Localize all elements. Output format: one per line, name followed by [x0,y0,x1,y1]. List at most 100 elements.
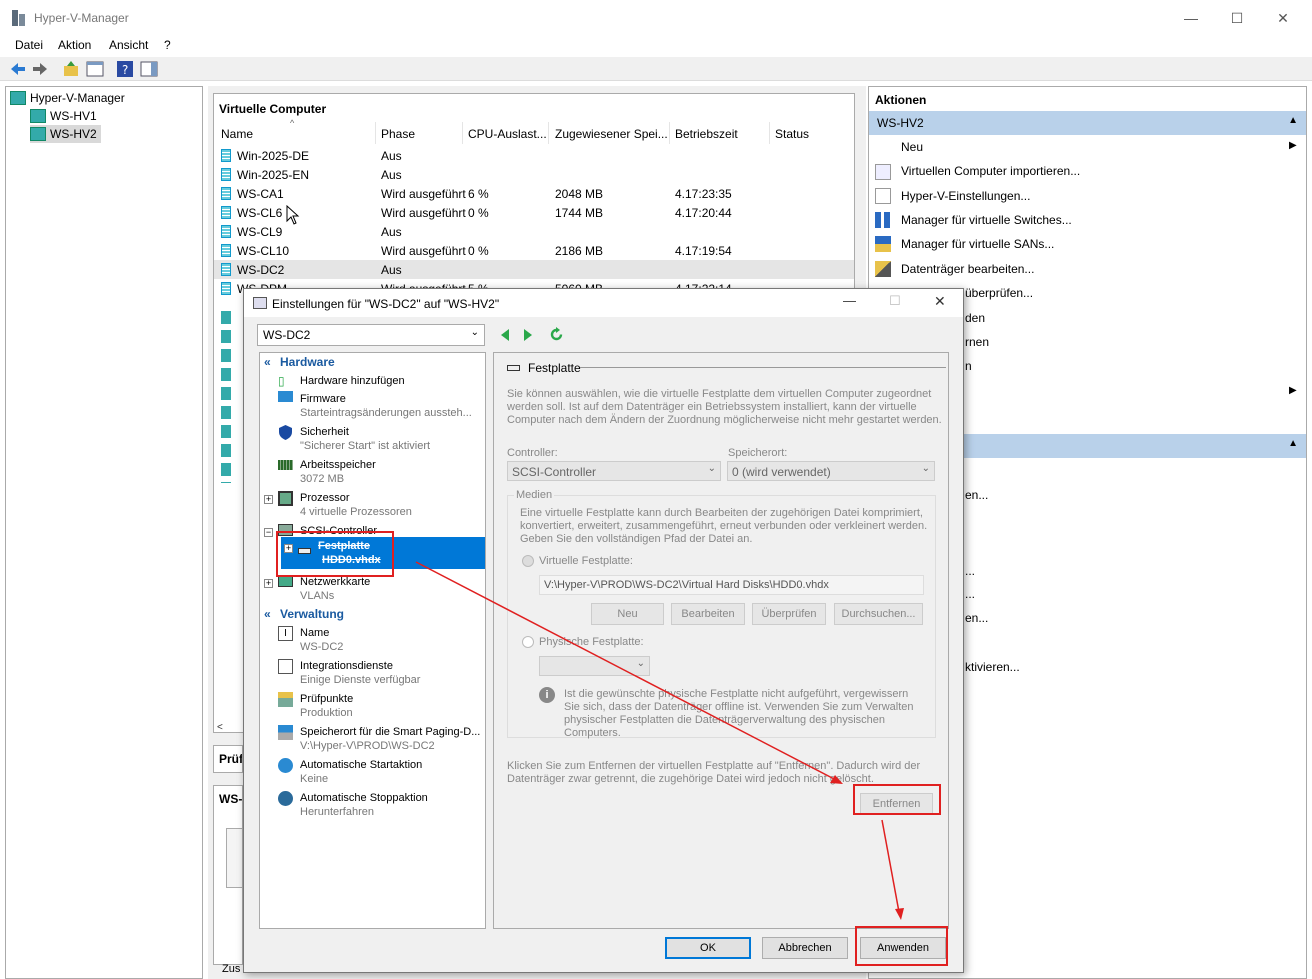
refresh-icon[interactable] [549,327,564,342]
physical-disk-dropdown[interactable]: ⌄ [539,656,650,676]
actions-group-ws-hv2[interactable]: WS-HV2 ▲ [869,111,1306,135]
action-partial-7[interactable]: en... [965,611,988,625]
tree-memory[interactable]: Arbeitsspeicher 3072 MB [300,458,376,486]
action-partial-2[interactable]: rnen [965,335,989,349]
action-partial-1[interactable]: den [965,311,985,325]
tree-processor[interactable]: Prozessor 4 virtuelle Prozessoren [300,491,412,519]
tree-hardware-add[interactable]: Hardware hinzufügen [300,374,405,388]
column-status[interactable]: Status [775,127,809,141]
vm-row-ws-dc2[interactable]: WS-DC2 Aus [214,260,854,279]
column-divider[interactable] [769,122,770,144]
action-partial-8[interactable]: ktivieren... [965,660,1020,674]
action-partial-4[interactable]: en... [965,488,988,502]
vm-row-ws-cl10[interactable]: WS-CL10 Wird ausgeführt 0 % 2186 MB 4.17:19:… [214,241,854,260]
smart-paging-icon [278,725,293,740]
action-edit-disk[interactable]: Datenträger bearbeiten... [901,262,1034,276]
new-disk-button[interactable]: Neu [591,603,664,625]
summary-tab[interactable]: Zus [222,963,240,975]
action-switch-manager[interactable]: Manager für virtuelle Switches... [901,213,1072,227]
action-inspect-disk[interactable]: überprüfen... [965,286,1033,300]
vm-row-ws-ca1[interactable]: WS-CA1 Wird ausgeführt 6 % 2048 MB 4.17:23:3… [214,184,854,203]
close-button[interactable]: ✕ [1260,4,1306,32]
cancel-button[interactable]: Abbrechen [762,937,848,959]
expand-network-icon[interactable]: + [264,579,273,588]
virtual-disk-radio[interactable] [522,555,534,567]
location-dropdown[interactable]: 0 (wird verwendet) ⌄ [727,461,935,481]
section-hardware[interactable]: «Hardware [260,355,485,373]
column-uptime[interactable]: Betriebszeit [675,127,738,141]
tree-name[interactable]: Name WS-DC2 [300,626,343,654]
menu-datei[interactable]: Datei [15,38,43,52]
next-vm-icon[interactable] [522,328,534,342]
column-divider[interactable] [375,122,376,144]
vm-selector-dropdown[interactable]: WS-DC2 ⌄ [257,324,485,346]
dialog-close-button[interactable]: ✕ [934,293,946,310]
section-management[interactable]: «Verwaltung [260,607,485,625]
action-neu[interactable]: Neu [901,140,923,154]
tree-smart-paging[interactable]: Speicherort für die Smart Paging-D... V:\… [300,725,480,753]
tree-root-hyper-v-manager[interactable]: Hyper-V-Manager [10,89,125,107]
auto-start-icon [278,758,293,773]
tree-checkpoints[interactable]: Prüfpunkte Produktion [300,692,353,720]
tree-auto-start[interactable]: Automatische Startaktion Keine [300,758,422,786]
vhd-path-field[interactable]: V:\Hyper-V\PROD\WS-DC2\Virtual Hard Disk… [539,575,924,595]
controller-dropdown[interactable]: SCSI-Controller ⌄ [507,461,721,481]
action-partial-3[interactable]: n [965,359,972,373]
column-divider[interactable] [669,122,670,144]
column-divider[interactable] [548,122,549,144]
action-import-vm[interactable]: Virtuellen Computer importieren... [901,164,1080,178]
column-phase[interactable]: Phase [381,127,415,141]
dialog-minimize-button[interactable]: — [843,293,856,308]
tree-firmware[interactable]: Firmware Starteintragsänderungen aussteh.… [300,392,472,420]
tree-server-ws-hv2[interactable]: WS-HV2 [30,125,101,143]
media-label: Medien [514,489,555,502]
column-cpu[interactable]: CPU-Auslast... [468,127,547,141]
ok-button[interactable]: OK [665,937,751,959]
settings-document-icon [875,188,891,204]
maximize-button[interactable]: ☐ [1214,4,1260,32]
column-memory[interactable]: Zugewiesener Spei... [555,127,668,141]
back-arrow-icon[interactable] [9,60,27,78]
tree-server-ws-hv1[interactable]: WS-HV1 [30,107,97,125]
show-hide-tree-icon[interactable] [86,60,104,78]
dialog-title: Einstellungen für "WS-DC2" auf "WS-HV2" [272,297,500,311]
column-divider[interactable] [462,122,463,144]
browse-button[interactable]: Durchsuchen... [834,603,923,625]
action-partial-6[interactable]: ... [965,587,975,601]
show-hide-action-pane-icon[interactable] [140,60,158,78]
physical-disk-radio[interactable] [522,636,534,648]
remove-text: Klicken Sie zum Entfernen der virtuellen… [507,760,921,785]
help-icon[interactable]: ? [116,60,134,78]
previous-vm-icon[interactable] [499,328,511,342]
action-san-manager[interactable]: Manager für virtuelle SANs... [901,237,1054,251]
vm-settings-dialog: Einstellungen für "WS-DC2" auf "WS-HV2" … [243,288,964,973]
action-hyper-v-settings[interactable]: Hyper-V-Einstellungen... [901,189,1030,203]
tree-security[interactable]: Sicherheit "Sicherer Start" ist aktiviert [300,425,430,453]
tree-integration-services[interactable]: Integrationsdienste Einige Dienste verfüg… [300,659,420,687]
dialog-maximize-button[interactable]: ☐ [889,293,901,309]
minimize-button[interactable]: — [1168,4,1214,32]
menu-ansicht[interactable]: Ansicht [109,38,148,52]
up-folder-icon[interactable] [62,60,80,78]
tree-auto-stop[interactable]: Automatische Stoppaktion Herunterfahren [300,791,428,819]
tree-network-adapter[interactable]: Netzwerkkarte VLANs [300,575,370,603]
collapse-scsi-icon[interactable]: − [264,528,273,537]
menu-help[interactable]: ? [164,38,171,52]
virtual-disk-label: Virtuelle Festplatte: [539,555,633,567]
vm-row-ws-cl9[interactable]: WS-CL9 Aus [214,222,854,241]
edit-disk-button[interactable]: Bearbeiten [671,603,745,625]
column-name[interactable]: Name [221,127,253,141]
vm-row-win-2025-en[interactable]: Win-2025-EN Aus [214,165,854,184]
vm-row-ws-cl6[interactable]: WS-CL6 Wird ausgeführt 0 % 1744 MB 4.17:20:4… [214,203,854,222]
forward-arrow-icon[interactable] [31,60,49,78]
vm-icon [221,282,231,295]
vm-row-win-2025-de[interactable]: Win-2025-DE Aus [214,146,854,165]
virtual-san-icon [875,236,891,252]
menu-aktion[interactable]: Aktion [58,38,91,52]
scroll-left-icon[interactable]: < [217,722,223,733]
server-icon [30,109,46,123]
action-partial-5[interactable]: ... [965,564,975,578]
expand-processor-icon[interactable]: + [264,495,273,504]
physical-disk-label: Physische Festplatte: [539,636,644,648]
inspect-disk-button[interactable]: Überprüfen [752,603,826,625]
